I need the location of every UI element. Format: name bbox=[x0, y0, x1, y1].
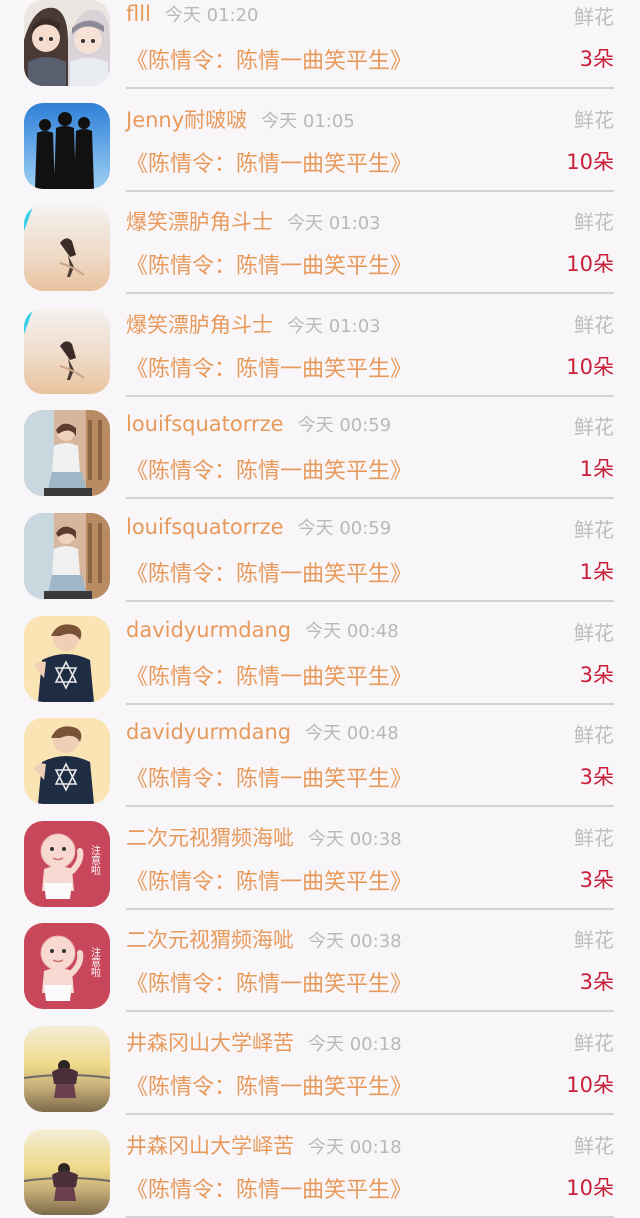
user-name-text[interactable]: davidyurmdang bbox=[126, 720, 291, 744]
beach-figure-icon[interactable] bbox=[24, 307, 110, 394]
gift-type: 鲜花 bbox=[574, 415, 614, 440]
gift-type: 鲜花 bbox=[574, 723, 614, 748]
gift-time: 今天 00:48 bbox=[305, 723, 399, 745]
silhouettes-icon[interactable] bbox=[24, 102, 110, 189]
anime-couple-icon[interactable] bbox=[24, 0, 110, 86]
baby-sticker-icon[interactable]: 注意啦 bbox=[24, 923, 110, 1010]
user-name[interactable]: louifsquatorrze 今天 00:59 bbox=[126, 514, 391, 540]
work-title[interactable]: 《陈情令：陈情一曲笑平生》 bbox=[126, 864, 412, 896]
user-name-text[interactable]: louifsquatorrze bbox=[126, 412, 284, 436]
list-item[interactable]: 井森冈山大学峄苦 今天 00:18 鲜花 《陈情令：陈情一曲笑平生》 10朵 bbox=[0, 1013, 640, 1116]
work-title[interactable]: 《陈情令：陈情一曲笑平生》 bbox=[126, 556, 412, 588]
gift-count: 1朵 bbox=[579, 457, 614, 482]
gift-time: 今天 01:05 bbox=[261, 110, 355, 132]
gift-type: 鲜花 bbox=[574, 1133, 614, 1158]
gift-type: 鲜花 bbox=[574, 1030, 614, 1055]
gift-count: 10朵 bbox=[566, 149, 614, 174]
gift-count: 3朵 bbox=[579, 970, 614, 995]
work-title[interactable]: 《陈情令：陈情一曲笑平生》 bbox=[126, 659, 412, 691]
user-name-text[interactable]: 二次元视猬频海呲 bbox=[126, 928, 294, 952]
user-name[interactable]: louifsquatorrze 今天 00:59 bbox=[126, 411, 391, 437]
user-name[interactable]: 井森冈山大学峄苦 今天 00:18 bbox=[126, 1027, 402, 1057]
list-item[interactable]: 爆笑漂胪角斗士 今天 01:03 鲜花 《陈情令：陈情一曲笑平生》 10朵 bbox=[0, 192, 640, 295]
gift-time: 今天 00:59 bbox=[297, 517, 392, 539]
work-title[interactable]: 《陈情令：陈情一曲笑平生》 bbox=[126, 1069, 412, 1101]
gift-time: 今天 00:38 bbox=[308, 931, 402, 953]
gift-time: 今天 01:03 bbox=[287, 213, 381, 235]
user-name-text[interactable]: 井森冈山大学峄苦 bbox=[126, 1031, 294, 1055]
list-item[interactable]: 爆笑漂胪角斗士 今天 01:03 鲜花 《陈情令：陈情一曲笑平生》 10朵 bbox=[0, 295, 640, 398]
work-title[interactable]: 《陈情令：陈情一曲笑平生》 bbox=[126, 351, 412, 383]
baby-sticker-icon[interactable]: 注意啦 bbox=[24, 820, 110, 907]
boy-tshirt-icon[interactable] bbox=[24, 615, 110, 702]
user-name-text[interactable]: Jenny耐啵啵 bbox=[126, 108, 247, 132]
user-name-text[interactable]: 爆笑漂胪角斗士 bbox=[126, 313, 273, 337]
user-name-text[interactable]: davidyurmdang bbox=[126, 618, 291, 642]
gift-type: 鲜花 bbox=[574, 312, 614, 337]
list-item[interactable]: davidyurmdang 今天 00:48 鲜花 《陈情令：陈情一曲笑平生》 3… bbox=[0, 603, 640, 706]
work-title[interactable]: 《陈情令：陈情一曲笑平生》 bbox=[126, 966, 412, 998]
gift-count: 1朵 bbox=[579, 559, 614, 584]
gift-count: 3朵 bbox=[579, 662, 614, 687]
list-item[interactable]: louifsquatorrze 今天 00:59 鲜花 《陈情令：陈情一曲笑平生》… bbox=[0, 397, 640, 500]
gift-type: 鲜花 bbox=[574, 5, 614, 29]
user-name-text[interactable]: flll bbox=[126, 2, 151, 26]
user-name[interactable]: 井森冈山大学峄苦 今天 00:18 bbox=[126, 1130, 402, 1160]
sitting-girl-icon[interactable] bbox=[24, 512, 110, 599]
work-title[interactable]: 《陈情令：陈情一曲笑平生》 bbox=[126, 146, 412, 178]
user-name-text[interactable]: louifsquatorrze bbox=[126, 515, 284, 539]
sitting-girl-icon[interactable] bbox=[24, 410, 110, 497]
gift-time: 今天 01:20 bbox=[164, 5, 259, 26]
gift-type: 鲜花 bbox=[574, 107, 614, 132]
gift-type: 鲜花 bbox=[574, 825, 614, 850]
user-name[interactable]: flll 今天 01:20 bbox=[126, 1, 259, 27]
list-item[interactable]: 注意啦 二次元视猬频海呲 今天 00:38 鲜花 《陈情令：陈情一曲笑平生》 3朵 bbox=[0, 910, 640, 1013]
user-name[interactable]: davidyurmdang 今天 00:48 bbox=[126, 617, 399, 643]
work-title[interactable]: 《陈情令：陈情一曲笑平生》 bbox=[126, 453, 412, 485]
gift-type: 鲜花 bbox=[574, 210, 614, 235]
list-item[interactable]: 注意啦 二次元视猬频海呲 今天 00:38 鲜花 《陈情令：陈情一曲笑平生》 3朵 bbox=[0, 808, 640, 911]
work-title[interactable]: 《陈情令：陈情一曲笑平生》 bbox=[126, 1172, 412, 1204]
gift-count: 3朵 bbox=[579, 47, 614, 71]
user-name-text[interactable]: 二次元视猬频海呲 bbox=[126, 826, 294, 850]
user-name[interactable]: Jenny耐啵啵 今天 01:05 bbox=[126, 104, 355, 134]
list-item[interactable]: louifsquatorrze 今天 00:59 鲜花 《陈情令：陈情一曲笑平生》… bbox=[0, 500, 640, 603]
gift-count: 10朵 bbox=[566, 1175, 614, 1200]
work-title[interactable]: 《陈情令：陈情一曲笑平生》 bbox=[126, 248, 412, 280]
work-title[interactable]: 《陈情令：陈情一曲笑平生》 bbox=[126, 43, 412, 75]
user-name[interactable]: 二次元视猬频海呲 今天 00:38 bbox=[126, 924, 402, 954]
gift-count: 3朵 bbox=[579, 765, 614, 790]
gift-count: 10朵 bbox=[566, 252, 614, 277]
gift-type: 鲜花 bbox=[574, 517, 614, 542]
list-item[interactable]: Jenny耐啵啵 今天 01:05 鲜花 《陈情令：陈情一曲笑平生》 10朵 bbox=[0, 90, 640, 193]
user-name-text[interactable]: 爆笑漂胪角斗士 bbox=[126, 210, 273, 234]
gift-type: 鲜花 bbox=[574, 928, 614, 953]
user-name[interactable]: davidyurmdang 今天 00:48 bbox=[126, 719, 399, 745]
sunset-sea-icon[interactable] bbox=[24, 1025, 110, 1112]
sunset-sea-icon[interactable] bbox=[24, 1128, 110, 1215]
work-title[interactable]: 《陈情令：陈情一曲笑平生》 bbox=[126, 761, 412, 793]
gift-time: 今天 00:59 bbox=[297, 415, 392, 437]
sticker-text: 注意啦 bbox=[89, 844, 101, 875]
gift-time: 今天 00:18 bbox=[308, 1136, 402, 1158]
gift-count: 3朵 bbox=[579, 867, 614, 892]
gift-type: 鲜花 bbox=[574, 620, 614, 645]
divider bbox=[126, 1215, 614, 1218]
gift-count: 10朵 bbox=[566, 354, 614, 379]
gift-time: 今天 01:03 bbox=[287, 315, 381, 337]
list-item[interactable]: flll 今天 01:20 鲜花 《陈情令：陈情一曲笑平生》 3朵 bbox=[0, 0, 640, 90]
beach-figure-icon[interactable] bbox=[24, 205, 110, 292]
user-name[interactable]: 二次元视猬频海呲 今天 00:38 bbox=[126, 822, 402, 852]
user-name[interactable]: 爆笑漂胪角斗士 今天 01:03 bbox=[126, 206, 381, 236]
gift-time: 今天 00:48 bbox=[305, 620, 399, 642]
gift-count: 10朵 bbox=[566, 1072, 614, 1097]
list-item[interactable]: davidyurmdang 今天 00:48 鲜花 《陈情令：陈情一曲笑平生》 3… bbox=[0, 705, 640, 808]
gift-time: 今天 00:18 bbox=[308, 1033, 402, 1055]
gift-record-list: flll 今天 01:20 鲜花 《陈情令：陈情一曲笑平生》 3朵 Jenny耐啵… bbox=[0, 0, 640, 1218]
user-name-text[interactable]: 井森冈山大学峄苦 bbox=[126, 1134, 294, 1158]
sticker-text: 注意啦 bbox=[89, 946, 101, 977]
boy-tshirt-icon[interactable] bbox=[24, 718, 110, 805]
user-name[interactable]: 爆笑漂胪角斗士 今天 01:03 bbox=[126, 309, 381, 339]
gift-time: 今天 00:38 bbox=[308, 828, 402, 850]
